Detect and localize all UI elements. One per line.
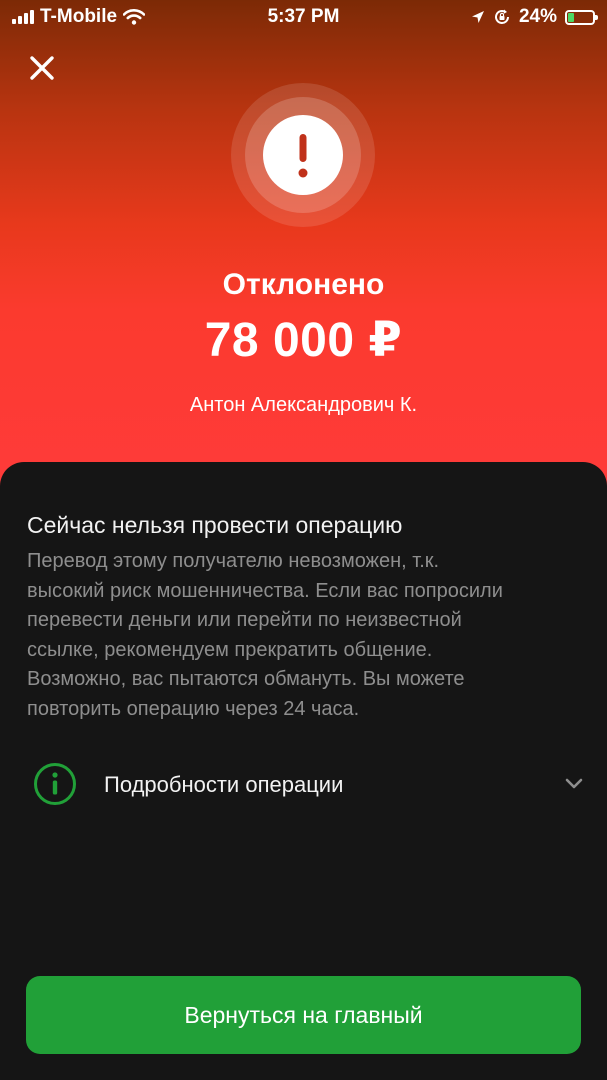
warning-line: перевести деньги или перейти по неизвест…	[27, 609, 462, 631]
chevron-down-icon	[565, 778, 583, 789]
status-bar: T-Mobile 5:37 PM 24%	[0, 0, 607, 34]
battery-icon	[565, 9, 598, 25]
warning-text: Перевод этому получателю невозможен, т.к…	[27, 547, 587, 724]
info-icon	[34, 763, 76, 805]
warning-line: высокий риск мошенничества. Если вас поп…	[27, 579, 503, 602]
amount: 78 000 ₽	[204, 314, 403, 367]
warning-line: Возможно, вас пытаются обмануть. Вы може…	[27, 668, 465, 690]
close-icon	[30, 56, 54, 80]
battery-percent: 24%	[518, 6, 557, 27]
rotation-lock-icon	[495, 9, 509, 24]
location-icon	[471, 11, 484, 23]
alert-badge	[231, 83, 375, 227]
operation-details-row[interactable]: Подробности операции	[0, 752, 607, 816]
warning-line: ссылке, рекомендуем прекратить общение.	[27, 638, 433, 661]
alert-icon	[298, 134, 308, 178]
close-button[interactable]	[24, 50, 60, 86]
sheet-title: Сейчас нельзя провести операцию	[27, 512, 403, 538]
status-title: Отклонено	[222, 268, 385, 301]
details-label: Подробности операции	[104, 772, 344, 797]
status-right: 24%	[471, 6, 598, 28]
return-home-button[interactable]: Вернуться на главный	[26, 976, 581, 1054]
warning-line: Перевод этому получателю невозможен, т.к…	[27, 550, 440, 572]
warning-line: повторить операцию через 24 часа.	[27, 697, 360, 720]
recipient-name: Антон Александрович К.	[189, 394, 418, 416]
battery-level	[568, 12, 575, 22]
header-hero	[0, 0, 607, 500]
